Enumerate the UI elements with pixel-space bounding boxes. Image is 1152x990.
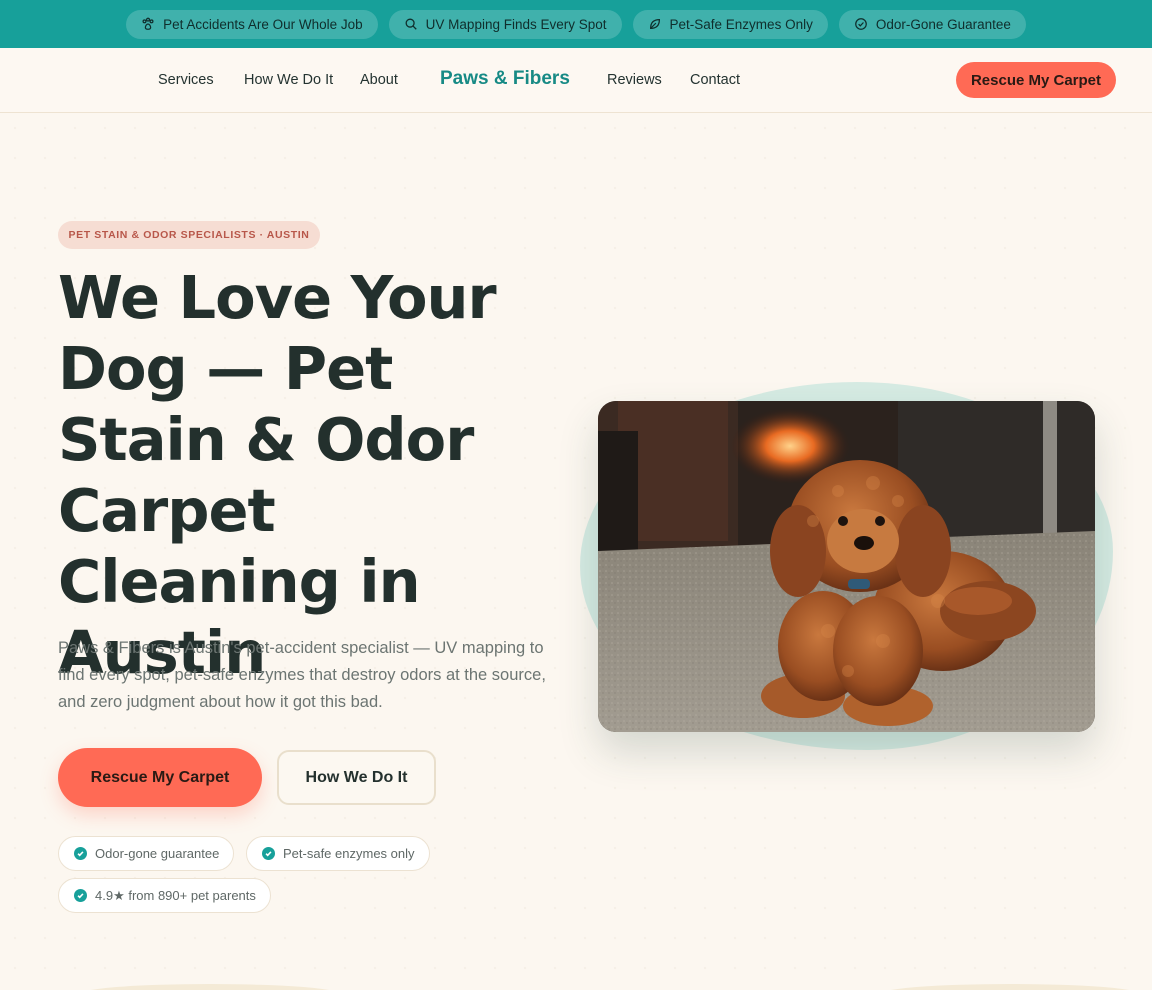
check-icon — [262, 847, 275, 860]
trust-badge-guarantee: Odor-gone guarantee — [58, 836, 235, 871]
announcement-pill-label: Odor-Gone Guarantee — [875, 16, 1011, 32]
search-icon — [405, 18, 417, 30]
trust-badge-label: 4.9★ from 890+ pet parents — [95, 887, 256, 903]
announcement-pill-guarantee[interactable]: Odor-Gone Guarantee — [838, 9, 1026, 39]
hero-dog-photo — [598, 401, 1095, 732]
hero-headline: We Love Your Dog — Pet Stain & Odor Carp… — [58, 263, 497, 687]
leaf-icon — [649, 19, 660, 29]
announcement-pill-label: UV Mapping Finds Every Spot — [425, 16, 607, 32]
trust-badge-label: Odor-gone guarantee — [95, 846, 220, 861]
announcement-pill-label: Pet Accidents Are Our Whole Job — [163, 16, 363, 32]
announcement-pill-label: Pet-Safe Enzymes Only — [669, 16, 813, 32]
paw-icon — [142, 17, 154, 30]
brand-logo[interactable]: Paws & Fibers — [440, 48, 570, 110]
trust-badge-label: Pet-safe enzymes only — [283, 846, 415, 861]
check-circle-icon — [854, 18, 867, 30]
nav-link-about[interactable]: About — [360, 48, 398, 113]
nav-link-services[interactable]: Services — [158, 48, 214, 113]
check-icon — [74, 847, 87, 860]
hero-eyebrow: PET STAIN & ODOR SPECIALISTS · AUSTIN — [58, 221, 320, 249]
announcement-pill-pet-accidents[interactable]: Pet Accidents Are Our Whole Job — [126, 9, 378, 39]
trust-badge-enzymes: Pet-safe enzymes only — [246, 836, 430, 871]
trust-badge-rating: 4.9★ from 890+ pet parents — [58, 878, 271, 913]
main-nav: Services How We Do It About Paws & Fiber… — [0, 48, 1152, 113]
nav-link-contact[interactable]: Contact — [690, 48, 740, 113]
nav-link-reviews[interactable]: Reviews — [607, 48, 662, 113]
how-we-do-it-button[interactable]: How We Do It — [277, 750, 436, 805]
announcement-pill-enzymes[interactable]: Pet-Safe Enzymes Only — [632, 9, 828, 39]
announcement-bar: Pet Accidents Are Our Whole Job UV Mappi… — [0, 0, 1152, 48]
announcement-pill-uv-mapping[interactable]: UV Mapping Finds Every Spot — [388, 9, 622, 39]
nav-rescue-button[interactable]: Rescue My Carpet — [956, 62, 1116, 98]
rescue-carpet-button[interactable]: Rescue My Carpet — [58, 748, 262, 807]
check-icon — [74, 889, 87, 902]
nav-link-how-we-do-it[interactable]: How We Do It — [244, 48, 333, 113]
hero-description: Paws & Fibers is Austin's pet-accident s… — [58, 639, 546, 711]
